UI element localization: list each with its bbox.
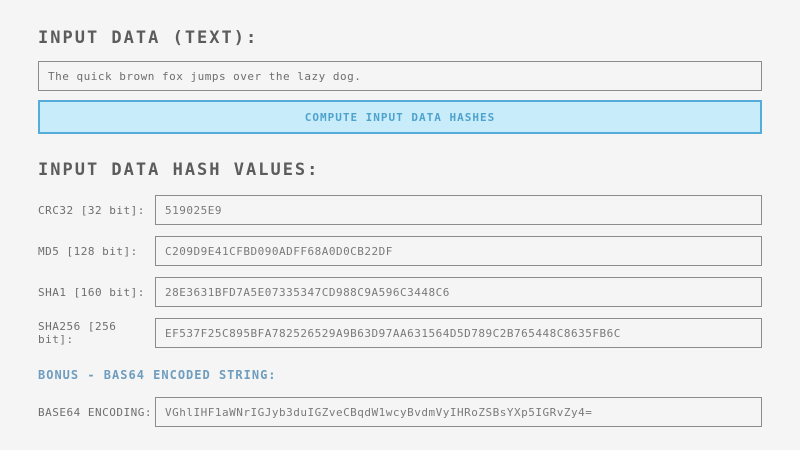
hash-row-sha1: SHA1 [160 bit]: 28E3631BFD7A5E07335347CD…: [38, 277, 762, 307]
compute-hashes-button[interactable]: COMPUTE INPUT DATA HASHES: [38, 100, 762, 134]
base64-value: VGhlIHF1aWNrIGJyb3duIGZveCBqdW1wcyBvdmVy…: [165, 406, 592, 419]
sha1-label: SHA1 [160 bit]:: [38, 286, 155, 299]
sha1-value-field[interactable]: 28E3631BFD7A5E07335347CD988C9A596C3448C6: [155, 277, 762, 307]
md5-label: MD5 [128 bit]:: [38, 245, 155, 258]
sha256-value: EF537F25C895BFA782526529A9B63D97AA631564…: [165, 327, 621, 340]
hash-row-crc32: CRC32 [32 bit]: 519025E9: [38, 195, 762, 225]
base64-row: BASE64 ENCODING: VGhlIHF1aWNrIGJyb3duIGZ…: [38, 397, 762, 427]
sha256-value-field[interactable]: EF537F25C895BFA782526529A9B63D97AA631564…: [155, 318, 762, 348]
crc32-value-field[interactable]: 519025E9: [155, 195, 762, 225]
md5-value: C209D9E41CFBD090ADFF68A0D0CB22DF: [165, 245, 393, 258]
sha256-label: SHA256 [256 bit]:: [38, 320, 155, 346]
hash-row-md5: MD5 [128 bit]: C209D9E41CFBD090ADFF68A0D…: [38, 236, 762, 266]
crc32-label: CRC32 [32 bit]:: [38, 204, 155, 217]
hash-section-title: INPUT DATA HASH VALUES:: [38, 134, 762, 195]
base64-label: BASE64 ENCODING:: [38, 406, 155, 419]
input-section-title: INPUT DATA (TEXT):: [38, 0, 762, 61]
input-data-value: The quick brown fox jumps over the lazy …: [48, 70, 361, 83]
md5-value-field[interactable]: C209D9E41CFBD090ADFF68A0D0CB22DF: [155, 236, 762, 266]
sha1-value: 28E3631BFD7A5E07335347CD988C9A596C3448C6: [165, 286, 450, 299]
hash-row-sha256: SHA256 [256 bit]: EF537F25C895BFA7825265…: [38, 318, 762, 348]
base64-value-field[interactable]: VGhlIHF1aWNrIGJyb3duIGZveCBqdW1wcyBvdmVy…: [155, 397, 762, 427]
hash-tool-page: INPUT DATA (TEXT): The quick brown fox j…: [0, 0, 800, 450]
crc32-value: 519025E9: [165, 204, 222, 217]
input-data-field[interactable]: The quick brown fox jumps over the lazy …: [38, 61, 762, 91]
bonus-section-title: BONUS - BAS64 ENCODED STRING:: [38, 359, 762, 397]
